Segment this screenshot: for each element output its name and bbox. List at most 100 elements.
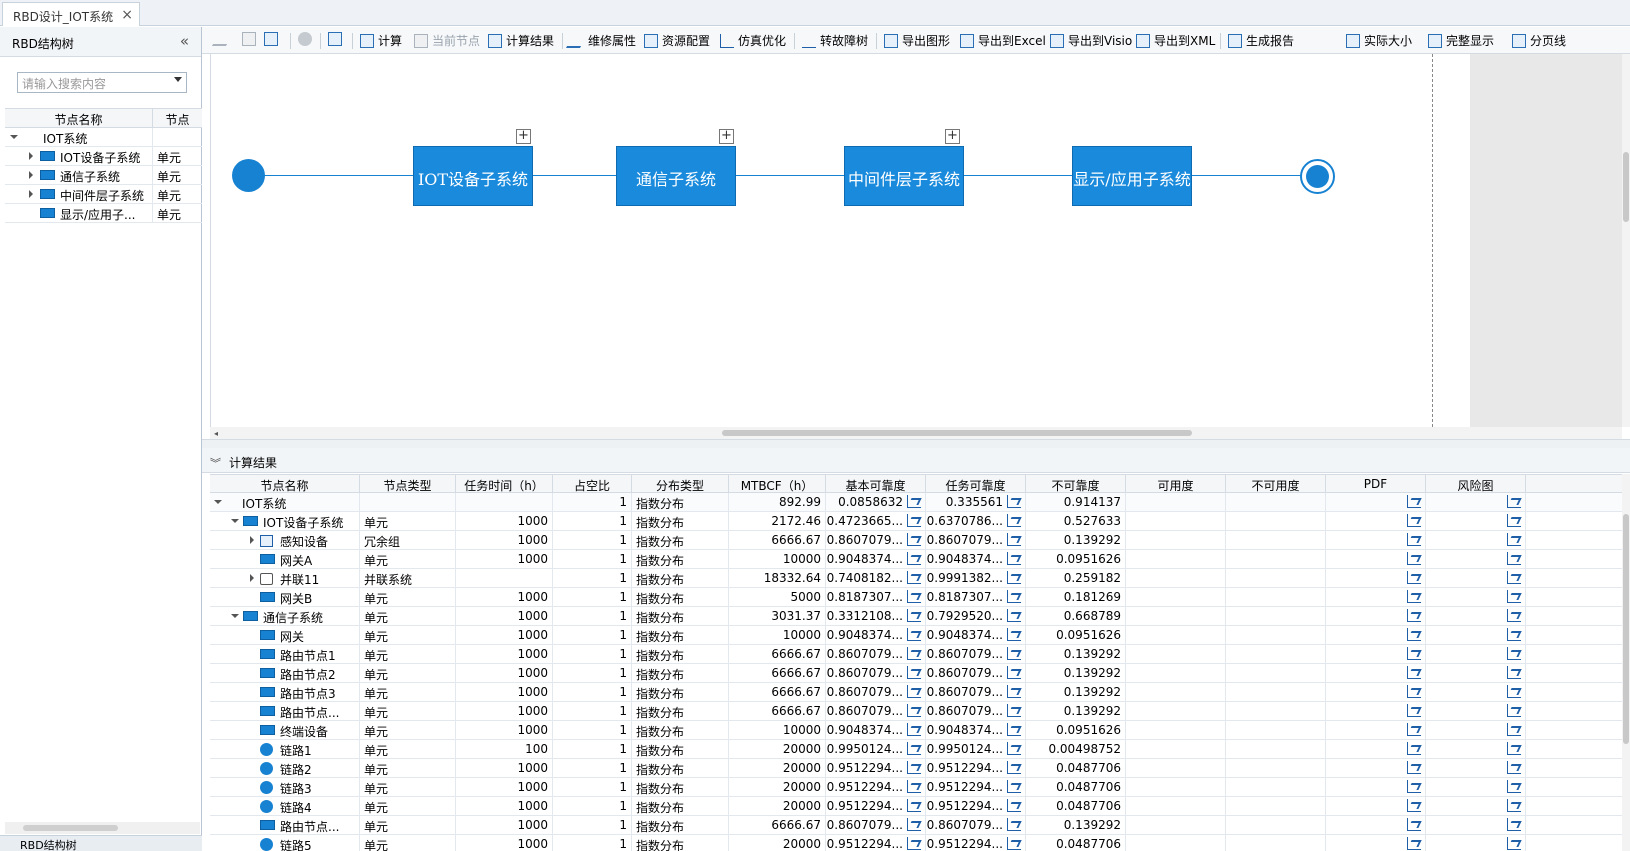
pdf-chart-icon[interactable]	[1407, 609, 1421, 622]
expand-block-icon[interactable]: +	[719, 129, 734, 144]
curve-chart-icon[interactable]	[1007, 780, 1021, 793]
curve-chart-icon[interactable]	[1007, 818, 1021, 831]
column-header[interactable]: 占空比	[553, 475, 632, 492]
curve-chart-icon[interactable]	[1007, 761, 1021, 774]
expand-icon[interactable]	[250, 536, 254, 544]
column-header-type[interactable]: 节点	[153, 109, 202, 127]
copy-button[interactable]	[242, 32, 260, 46]
tree-row[interactable]: IOT设备子系统 单元	[5, 147, 202, 166]
risk-chart-icon[interactable]	[1507, 780, 1521, 793]
save-button[interactable]	[328, 32, 346, 46]
risk-chart-icon[interactable]	[1507, 514, 1521, 527]
fault-tree-button[interactable]: 转故障树	[802, 32, 868, 49]
pdf-chart-icon[interactable]	[1407, 495, 1421, 508]
export-visio-button[interactable]: 导出到Visio	[1050, 32, 1132, 49]
results-row[interactable]: 链路1 单元 100 1 指数分布 20000 0.9950124... 0.9…	[210, 740, 1622, 759]
risk-chart-icon[interactable]	[1507, 704, 1521, 717]
search-input[interactable]: 请输入搜索内容	[17, 72, 187, 93]
column-header[interactable]: 可用度	[1126, 475, 1226, 492]
expand-icon[interactable]	[250, 574, 254, 582]
pdf-chart-icon[interactable]	[1407, 742, 1421, 755]
tree-horizontal-scrollbar[interactable]	[5, 822, 200, 834]
expand-icon[interactable]	[231, 519, 239, 523]
column-header[interactable]: 风险图	[1426, 475, 1526, 492]
expand-block-icon[interactable]: +	[945, 129, 960, 144]
results-row[interactable]: 网关A 单元 1000 1 指数分布 10000 0.9048374... 0.…	[210, 550, 1622, 569]
page-line-button[interactable]: 分页线	[1512, 32, 1566, 49]
curve-chart-icon[interactable]	[907, 514, 921, 527]
risk-chart-icon[interactable]	[1507, 495, 1521, 508]
report-button[interactable]: 生成报告	[1228, 32, 1294, 49]
actual-size-button[interactable]: 实际大小	[1346, 32, 1412, 49]
pdf-chart-icon[interactable]	[1407, 723, 1421, 736]
column-header[interactable]: PDF	[1326, 475, 1426, 492]
export-image-button[interactable]: 导出图形	[884, 32, 950, 49]
risk-chart-icon[interactable]	[1507, 533, 1521, 546]
risk-chart-icon[interactable]	[1507, 552, 1521, 565]
curve-chart-icon[interactable]	[907, 837, 921, 850]
results-row[interactable]: 通信子系统 单元 1000 1 指数分布 3031.37 0.3312108..…	[210, 607, 1622, 626]
expand-icon[interactable]	[10, 135, 18, 139]
curve-chart-icon[interactable]	[907, 609, 921, 622]
pdf-chart-icon[interactable]	[1407, 514, 1421, 527]
start-node[interactable]	[232, 159, 265, 192]
scroll-left-icon[interactable]: ◂	[214, 429, 218, 438]
delete-button[interactable]	[298, 32, 316, 46]
results-row[interactable]: 链路3 单元 1000 1 指数分布 20000 0.9512294... 0.…	[210, 778, 1622, 797]
expand-icon[interactable]	[214, 500, 222, 504]
curve-chart-icon[interactable]	[907, 704, 921, 717]
pdf-chart-icon[interactable]	[1407, 533, 1421, 546]
tree-row[interactable]: IOT系统	[5, 128, 202, 147]
tree-row[interactable]: 通信子系统 单元	[5, 166, 202, 185]
risk-chart-icon[interactable]	[1507, 590, 1521, 603]
pdf-chart-icon[interactable]	[1407, 628, 1421, 641]
results-row[interactable]: 链路2 单元 1000 1 指数分布 20000 0.9512294... 0.…	[210, 759, 1622, 778]
block-display-app[interactable]: 显示/应用子系统	[1072, 146, 1192, 206]
column-header[interactable]: 不可靠度	[1026, 475, 1126, 492]
pdf-chart-icon[interactable]	[1407, 704, 1421, 717]
column-header[interactable]: 不可用度	[1226, 475, 1326, 492]
tree-row[interactable]: 中间件层子系统 单元	[5, 185, 202, 204]
diagram-canvas[interactable]	[210, 54, 1470, 427]
expand-icon[interactable]	[231, 614, 239, 618]
expand-icon[interactable]	[29, 171, 33, 179]
pdf-chart-icon[interactable]	[1407, 552, 1421, 565]
curve-chart-icon[interactable]	[1007, 495, 1021, 508]
column-header[interactable]: 任务时间（h）	[456, 475, 553, 492]
curve-chart-icon[interactable]	[1007, 628, 1021, 641]
expand-icon[interactable]	[29, 190, 33, 198]
pdf-chart-icon[interactable]	[1407, 590, 1421, 603]
maintain-button[interactable]: 维修属性	[565, 32, 636, 49]
risk-chart-icon[interactable]	[1507, 761, 1521, 774]
curve-chart-icon[interactable]	[1007, 514, 1021, 527]
curve-chart-icon[interactable]	[907, 552, 921, 565]
risk-chart-icon[interactable]	[1507, 837, 1521, 850]
simulate-button[interactable]: 仿真优化	[720, 32, 786, 49]
pdf-chart-icon[interactable]	[1407, 685, 1421, 698]
pane-splitter[interactable]	[202, 439, 1630, 448]
curve-chart-icon[interactable]	[907, 533, 921, 546]
curve-chart-icon[interactable]	[1007, 704, 1021, 717]
results-row[interactable]: 路由节点3 单元 1000 1 指数分布 6666.67 0.8607079..…	[210, 683, 1622, 702]
canvas-horizontal-scrollbar[interactable]: ◂	[210, 427, 1622, 439]
scrollbar-thumb[interactable]	[722, 430, 1192, 436]
curve-chart-icon[interactable]	[1007, 742, 1021, 755]
block-iot-device[interactable]: IOT设备子系统	[413, 146, 533, 206]
results-row[interactable]: IOT系统 1 指数分布 892.99 0.0858632 0.335561 0…	[210, 493, 1622, 512]
risk-chart-icon[interactable]	[1507, 628, 1521, 641]
pdf-chart-icon[interactable]	[1407, 666, 1421, 679]
pdf-chart-icon[interactable]	[1407, 837, 1421, 850]
results-row[interactable]: 路由节点2 单元 1000 1 指数分布 6666.67 0.8607079..…	[210, 664, 1622, 683]
close-icon[interactable]: ×	[121, 7, 133, 23]
curve-chart-icon[interactable]	[907, 799, 921, 812]
curve-chart-icon[interactable]	[907, 685, 921, 698]
collapse-chevron-icon[interactable]: ︾	[210, 457, 221, 470]
column-header[interactable]: 节点名称	[210, 475, 360, 492]
end-node[interactable]	[1300, 159, 1335, 194]
tab-rbd-design[interactable]: RBD设计_IOT系统 ×	[2, 2, 140, 26]
risk-chart-icon[interactable]	[1507, 799, 1521, 812]
results-vertical-scrollbar[interactable]	[1622, 474, 1630, 851]
curve-chart-icon[interactable]	[907, 666, 921, 679]
scrollbar-thumb[interactable]	[1623, 152, 1629, 222]
column-header-name[interactable]: 节点名称	[5, 109, 153, 127]
